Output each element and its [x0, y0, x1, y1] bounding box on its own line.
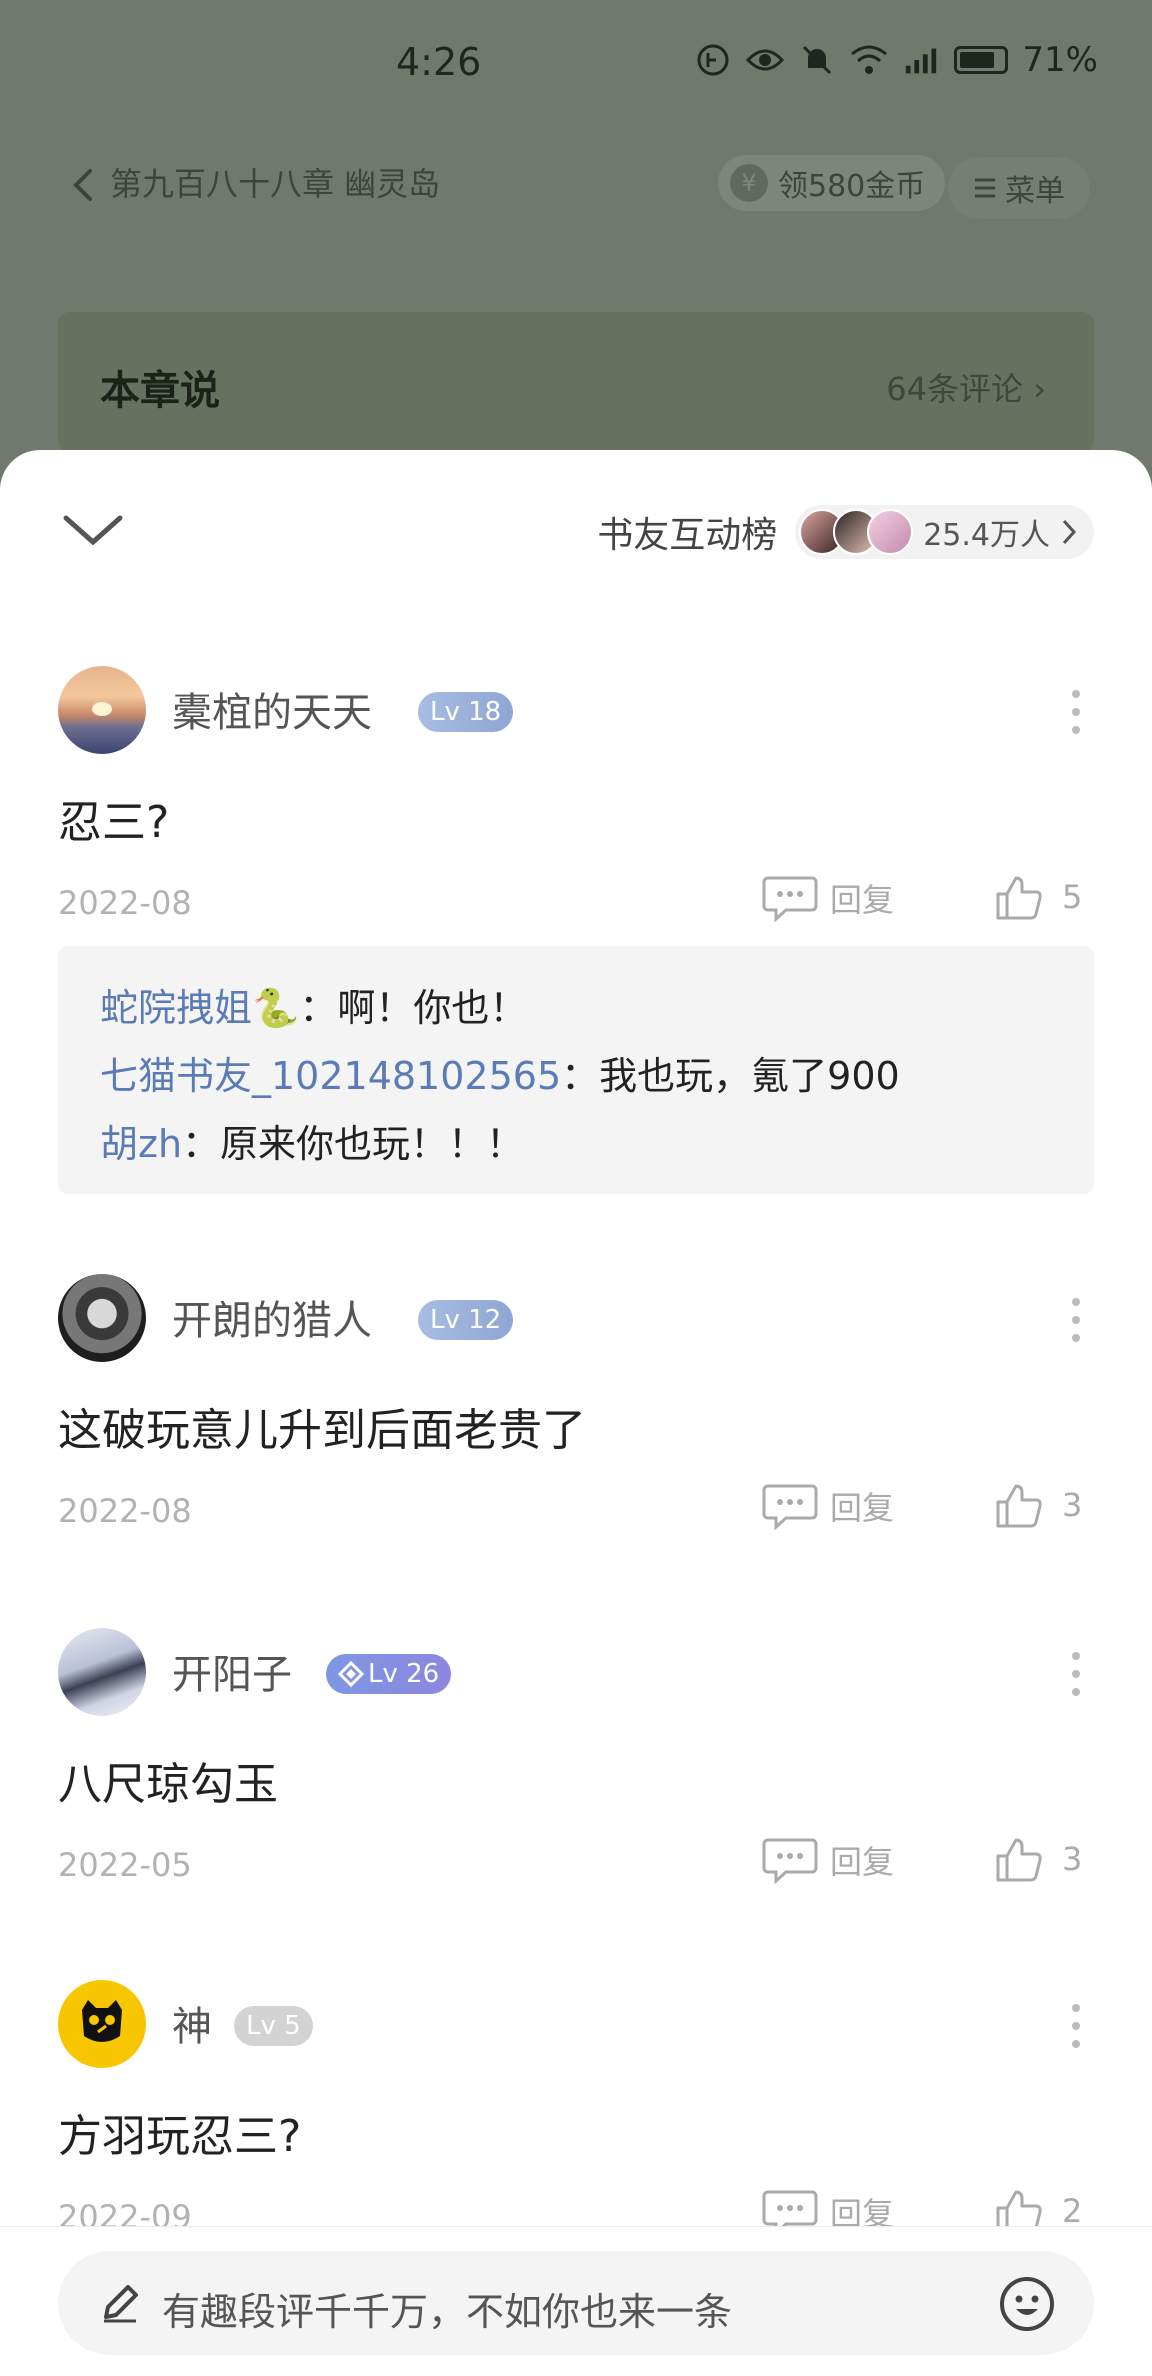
- battery-icon: [954, 46, 1009, 74]
- reply-text: 原来你也玩！！！: [220, 1122, 525, 1166]
- comment-date: 2022-05: [58, 1846, 192, 1884]
- comment-content: 忍三?: [58, 797, 170, 848]
- thumbs-up-icon: [996, 1838, 1042, 1882]
- menu-button[interactable]: 菜单: [948, 157, 1090, 219]
- reply-username[interactable]: 七猫书友_102148102565: [100, 1054, 561, 1098]
- reply-label: 回复: [830, 1489, 895, 1527]
- like-button[interactable]: 3: [994, 1834, 1082, 1884]
- like-count: 3: [1062, 1486, 1083, 1524]
- reply-button[interactable]: 回复: [762, 874, 894, 922]
- cat-logo-icon: [82, 2000, 122, 2042]
- comment-bubble-icon: [762, 1484, 818, 1530]
- comment-content: 方羽玩忍三?: [58, 2111, 302, 2162]
- level-badge: Lv 12: [418, 1300, 514, 1340]
- level-badge: Lv 26: [326, 1654, 452, 1694]
- level-badge: Lv 5: [234, 2006, 313, 2046]
- comment-content: 八尺琼勾玉: [58, 1759, 278, 1810]
- reply-line: 七猫书友_102148102565：我也玩，氪了900: [100, 1054, 900, 1098]
- diamond-icon: [338, 1661, 364, 1687]
- reply-label: 回复: [830, 1843, 895, 1881]
- comment-username[interactable]: 开阳子: [172, 1642, 292, 1700]
- claim-coins-label: 领580金币: [778, 169, 926, 204]
- thumbs-up-icon: [996, 876, 1042, 920]
- more-icon[interactable]: [1062, 686, 1090, 738]
- pencil-icon: [104, 2285, 138, 2323]
- reply-button[interactable]: 回复: [762, 1836, 894, 1884]
- more-icon[interactable]: [1062, 2000, 1090, 2052]
- like-button[interactable]: 3: [994, 1480, 1082, 1530]
- menu-label: 菜单: [1005, 174, 1065, 209]
- comment-bubble-icon: [762, 1838, 818, 1884]
- chapter-comments-section[interactable]: 本章说 64条评论 ›: [58, 312, 1094, 452]
- comment-username[interactable]: 神: [172, 1994, 212, 2052]
- reply-username[interactable]: 胡zh: [100, 1122, 182, 1166]
- comment-content: 这破玩意儿升到后面老贵了: [58, 1405, 586, 1456]
- app-notification-icon: [694, 41, 732, 79]
- avatar: [867, 509, 914, 555]
- ranking-count: 25.4万人: [923, 518, 1050, 553]
- like-button[interactable]: 5: [994, 872, 1082, 922]
- battery-level: 71%: [1022, 40, 1098, 80]
- thumbs-up-icon: [996, 1484, 1042, 1528]
- reply-text: 我也玩，氪了900: [599, 1054, 900, 1098]
- back-icon[interactable]: [64, 165, 104, 205]
- ranking-pill[interactable]: 25.4万人: [795, 505, 1094, 559]
- signal-icon: [902, 41, 940, 79]
- reader-ranking[interactable]: 书友互动榜 25.4万人: [597, 505, 1094, 559]
- emoji-icon[interactable]: [998, 2275, 1056, 2333]
- comment-input[interactable]: 有趣段评千千万，不如你也来一条: [58, 2251, 1094, 2355]
- ranking-title: 书友互动榜: [597, 515, 778, 556]
- chapter-title: 第九百八十八章 幽灵岛: [110, 165, 441, 203]
- status-time: 4:26: [396, 40, 482, 84]
- reply-username[interactable]: 蛇院拽姐🐍: [100, 986, 299, 1030]
- reply-label: 回复: [830, 881, 895, 919]
- more-icon[interactable]: [1062, 1294, 1090, 1346]
- comment-username[interactable]: 橐椬的天天: [172, 680, 372, 738]
- claim-coins-button[interactable]: ¥ 领580金币: [718, 155, 946, 211]
- chapter-comments-label: 本章说: [100, 368, 220, 414]
- status-icons: 71%: [694, 40, 1098, 80]
- reader-header: 第九百八十八章 幽灵岛 ¥ 领580金币 菜单: [0, 145, 1152, 225]
- comment-date: 2022-08: [58, 1492, 192, 1530]
- comment-username[interactable]: 开朗的猎人: [172, 1288, 372, 1346]
- reply-text: 啊！你也！: [337, 986, 528, 1030]
- like-count: 3: [1062, 1840, 1083, 1878]
- like-count: 5: [1062, 878, 1083, 916]
- chevron-right-icon: [1062, 519, 1077, 545]
- comment-bubble-icon: [762, 876, 818, 922]
- wifi-icon: [850, 41, 888, 79]
- coin-icon: ¥: [730, 164, 768, 202]
- like-count: 2: [1062, 2192, 1083, 2230]
- more-icon[interactable]: [1062, 1648, 1090, 1700]
- level-badge: Lv 18: [418, 692, 514, 732]
- comment-input-placeholder: 有趣段评千千万，不如你也来一条: [162, 2290, 733, 2334]
- avatar[interactable]: [58, 666, 146, 754]
- eye-icon: [746, 41, 785, 79]
- chevron-down-icon[interactable]: [62, 510, 124, 550]
- avatar[interactable]: [58, 1274, 146, 1362]
- comment-input-bar: 有趣段评千千万，不如你也来一条: [0, 2226, 1152, 2376]
- reply-line: 蛇院拽姐🐍：啊！你也！: [100, 986, 528, 1030]
- avatar[interactable]: [58, 1980, 146, 2068]
- status-bar: 4:26 71%: [0, 0, 1152, 130]
- reply-button[interactable]: 回复: [762, 1482, 894, 1530]
- reply-preview-box[interactable]: 蛇院拽姐🐍：啊！你也！ 七猫书友_102148102565：我也玩，氪了900 …: [58, 946, 1094, 1194]
- comment-date: 2022-08: [58, 884, 192, 922]
- mute-bell-icon: [798, 41, 836, 79]
- menu-icon: [975, 178, 995, 198]
- chapter-comments-count: 64条评论 ›: [886, 370, 1046, 408]
- avatar[interactable]: [58, 1628, 146, 1716]
- reply-line: 胡zh：原来你也玩！！！: [100, 1122, 525, 1166]
- comments-sheet: 书友互动榜 25.4万人 橐椬的天天 Lv 18 忍三? 2022-08 回复 …: [0, 450, 1152, 2376]
